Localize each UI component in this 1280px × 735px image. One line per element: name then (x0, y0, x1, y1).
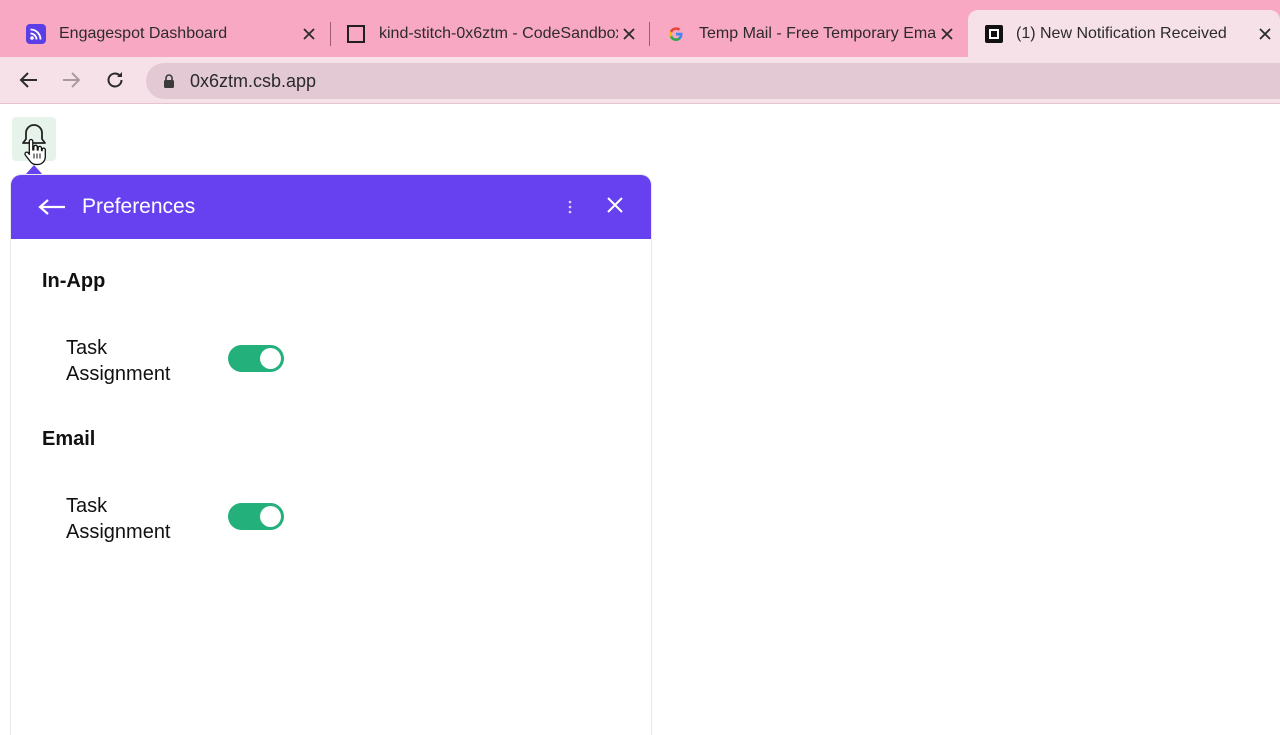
lock-icon[interactable] (162, 73, 176, 89)
forward-arrow-icon[interactable] (58, 67, 84, 93)
tab-codesandbox[interactable]: kind-stitch-0x6ztm - CodeSandbox (320, 10, 650, 57)
email-task-assignment-toggle[interactable] (228, 503, 284, 530)
section-title-in-app: In-App (42, 270, 106, 292)
google-g-icon (666, 24, 686, 44)
back-arrow-icon[interactable] (37, 193, 67, 221)
tab-title: (1) New Notification Received (1016, 24, 1227, 42)
pref-label-email-task-assignment: Task Assignment (66, 495, 171, 543)
tab-new-notification[interactable]: (1) New Notification Received (968, 10, 1280, 57)
popover-caret (25, 165, 43, 175)
tab-temp-mail[interactable]: Temp Mail - Free Temporary Email (640, 10, 968, 57)
pref-label-in-app-task-assignment: Task Assignment (66, 337, 171, 385)
tab-strip: Engagespot Dashboard kind-stitch-0x6ztm … (0, 0, 1280, 57)
section-title-email: Email (42, 428, 96, 450)
browser-toolbar: 0x6ztm.csb.app (0, 57, 1280, 104)
close-icon[interactable] (936, 23, 958, 45)
notification-bell-button[interactable] (12, 117, 56, 161)
tab-engagespot-dashboard[interactable]: Engagespot Dashboard (0, 10, 330, 57)
toggle-knob (260, 506, 281, 527)
engagespot-rss-icon (26, 23, 46, 44)
tab-title: Engagespot Dashboard (59, 24, 228, 42)
app-square-icon (984, 24, 1004, 44)
back-arrow-icon[interactable] (16, 67, 42, 93)
reload-icon[interactable] (102, 67, 128, 93)
preferences-panel: Preferences In-App Task Assignment Email… (11, 175, 651, 735)
panel-title: Preferences (82, 195, 196, 218)
panel-header: Preferences (11, 175, 651, 239)
toggle-knob (260, 348, 281, 369)
tab-title: kind-stitch-0x6ztm - CodeSandbox (379, 24, 618, 42)
in-app-task-assignment-toggle[interactable] (228, 345, 284, 372)
codesandbox-square-icon (346, 24, 366, 44)
tab-title: Temp Mail - Free Temporary Email (699, 24, 936, 42)
more-options-icon[interactable] (563, 195, 577, 219)
url-text: 0x6ztm.csb.app (190, 70, 317, 91)
close-icon[interactable] (298, 23, 320, 45)
close-icon[interactable] (1254, 23, 1276, 45)
close-icon[interactable] (618, 23, 640, 45)
close-icon[interactable] (602, 192, 628, 218)
address-bar[interactable]: 0x6ztm.csb.app (146, 63, 1280, 99)
bell-icon (21, 122, 47, 157)
